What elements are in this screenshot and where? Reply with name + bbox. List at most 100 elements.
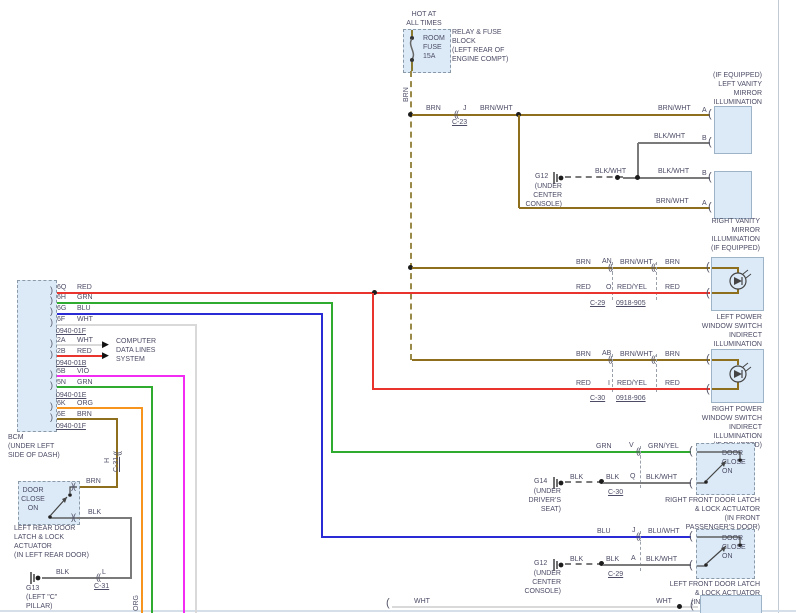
fuse-icon bbox=[405, 29, 419, 71]
frame-bottom bbox=[0, 610, 796, 612]
wire-blk-ground-row bbox=[42, 577, 132, 579]
pin-icon: ( bbox=[706, 262, 710, 273]
wire-label-wht: WHT bbox=[414, 597, 430, 606]
wire-wht-vert bbox=[195, 325, 197, 613]
pin-icon: ) bbox=[50, 370, 52, 379]
pin-label-a: A bbox=[702, 106, 707, 115]
connector-ref-0918-906: 0918-906 bbox=[616, 394, 646, 403]
data-line-arrow-icon: ▶ bbox=[102, 340, 108, 349]
connector-pin-l: L bbox=[102, 568, 106, 577]
ground-name-g12: G12 bbox=[535, 172, 548, 181]
pin-label-v: V bbox=[629, 441, 634, 450]
bcm-pin-id: 6Q bbox=[57, 283, 66, 292]
wire-label-blkwht: BLK/WHT bbox=[595, 167, 626, 176]
ground-loc-g12: (UNDER CENTER CONSOLE) bbox=[516, 182, 562, 209]
frame-right bbox=[778, 0, 779, 613]
pin-icon: )( bbox=[71, 513, 75, 522]
wire-label-blk: BLK bbox=[570, 473, 583, 482]
wire-blu-vert bbox=[321, 314, 323, 537]
pin-icon: ) bbox=[50, 413, 52, 422]
bcm-pin-id: 6H bbox=[57, 293, 66, 302]
wire-wht-6f bbox=[57, 324, 197, 326]
junction-dot bbox=[677, 604, 682, 609]
wire-label-brn: BRN bbox=[665, 350, 680, 359]
wire-grn-5n bbox=[57, 386, 153, 388]
wire-org-6k bbox=[57, 407, 143, 409]
ground-loc-g14: (UNDER DRIVER'S SEAT) bbox=[515, 487, 561, 514]
connector-icon: (( bbox=[113, 452, 122, 456]
wire-label-brnwht: BRN/WHT bbox=[620, 258, 653, 267]
bcm-pin-id: 6G bbox=[57, 304, 66, 313]
wire-label-blkwht: BLK/WHT bbox=[654, 132, 685, 141]
wire-label-bluwht: BLU/WHT bbox=[648, 527, 680, 536]
connector-pin-h: H bbox=[103, 458, 112, 463]
bcm-pin-id: 6F bbox=[57, 315, 65, 324]
connector-icon: (( bbox=[651, 355, 655, 364]
data-line-arrow-icon: ▶ bbox=[102, 351, 108, 360]
wire-brn-6e bbox=[57, 418, 118, 420]
wire-label-red: RED bbox=[665, 283, 680, 292]
wire-label-blkwht: BLK/WHT bbox=[646, 473, 677, 482]
right-front-door-name: RIGHT FRONT DOOR LATCH & LOCK ACTUATOR (… bbox=[608, 496, 760, 532]
wire-label-blk: BLK bbox=[606, 473, 619, 482]
ground-loc-g12: (UNDER CENTER CONSOLE) bbox=[513, 569, 561, 596]
junction-dot bbox=[635, 175, 640, 180]
wire-brn-to-switch bbox=[77, 486, 118, 488]
pin-icon: ( bbox=[689, 446, 693, 457]
bcm-name: BCM (UNDER LEFT SIDE OF DASH) bbox=[8, 433, 60, 460]
wire-label-grnyel: GRN/YEL bbox=[648, 442, 679, 451]
right-vanity-title: RIGHT VANITY MIRROR ILLUMINATION (IF EQU… bbox=[686, 217, 760, 253]
wire-grn5n-vert bbox=[151, 387, 153, 613]
connector-ref-c29: C-29 bbox=[608, 570, 623, 579]
wire-grn-6h bbox=[57, 302, 333, 304]
pin-icon: ( bbox=[706, 288, 710, 299]
pin-icon: ) bbox=[50, 350, 52, 359]
wire-red-i bbox=[372, 388, 710, 390]
connector-ref-c30: C-30 bbox=[590, 394, 605, 403]
connector-divider bbox=[612, 354, 613, 392]
wire-blk-a bbox=[603, 564, 691, 566]
wire-red-o bbox=[57, 292, 710, 294]
wire-label-blk: BLK bbox=[570, 555, 583, 564]
wire-label-brnwht: BRN/WHT bbox=[656, 197, 689, 206]
wire-blk-q bbox=[603, 482, 691, 484]
pin-label-i: I bbox=[608, 379, 610, 388]
wire-label-brn: BRN bbox=[576, 350, 591, 359]
bcm-pin-color: BLU bbox=[77, 304, 91, 313]
pin-icon: ) bbox=[50, 381, 52, 390]
fuse-label: ROOM FUSE 15A bbox=[423, 34, 445, 61]
wire-brn-an bbox=[412, 267, 710, 269]
ground-name-g12: G12 bbox=[534, 559, 547, 568]
connector-icon: (( bbox=[651, 263, 655, 272]
wire-vio-5b bbox=[57, 375, 185, 377]
ground-name-g13: G13 bbox=[26, 584, 39, 593]
door-switch-icon bbox=[18, 481, 78, 523]
wire-blkwht-b1 bbox=[638, 142, 710, 144]
connector-icon: (( bbox=[96, 573, 100, 582]
connector-pin-j: J bbox=[463, 104, 467, 113]
connector-ref-c23: C-23 bbox=[452, 118, 467, 127]
ground-loc-g13: (LEFT "C" PILLAR) bbox=[26, 593, 57, 611]
wire-label-brnwht: BRN/WHT bbox=[658, 104, 691, 113]
partial-bottom-box bbox=[700, 595, 762, 613]
wire-wht-bottom bbox=[392, 606, 698, 608]
wire-label-brn: BRN bbox=[576, 258, 591, 267]
wire-label-blk: BLK bbox=[606, 555, 619, 564]
bcm-pin-color: RED bbox=[77, 283, 92, 292]
connector-divider bbox=[612, 262, 613, 300]
left-rear-door-name: LEFT REAR DOOR LATCH & LOCK ACTUATOR (IN… bbox=[14, 524, 89, 560]
pin-icon: ( bbox=[689, 478, 693, 489]
wire-label-brn: BRN bbox=[426, 104, 441, 113]
left-vanity-mirror-box bbox=[714, 106, 752, 154]
wire-label-red: RED bbox=[665, 379, 680, 388]
wire-brn-vertical-label: BRN bbox=[402, 87, 411, 102]
pin-label-b: B bbox=[702, 134, 707, 143]
wire-label-brnwht: BRN/WHT bbox=[620, 350, 653, 359]
bcm-pin-color: GRN bbox=[77, 293, 93, 302]
connector-ref-c31: C-31 bbox=[112, 457, 121, 472]
bcm-conn-ref: 0940-01F bbox=[56, 327, 86, 336]
ground-icon-g13 bbox=[28, 571, 42, 585]
wire-grn-vert bbox=[331, 303, 333, 452]
connector-divider bbox=[656, 354, 657, 392]
led-icon bbox=[712, 257, 762, 309]
